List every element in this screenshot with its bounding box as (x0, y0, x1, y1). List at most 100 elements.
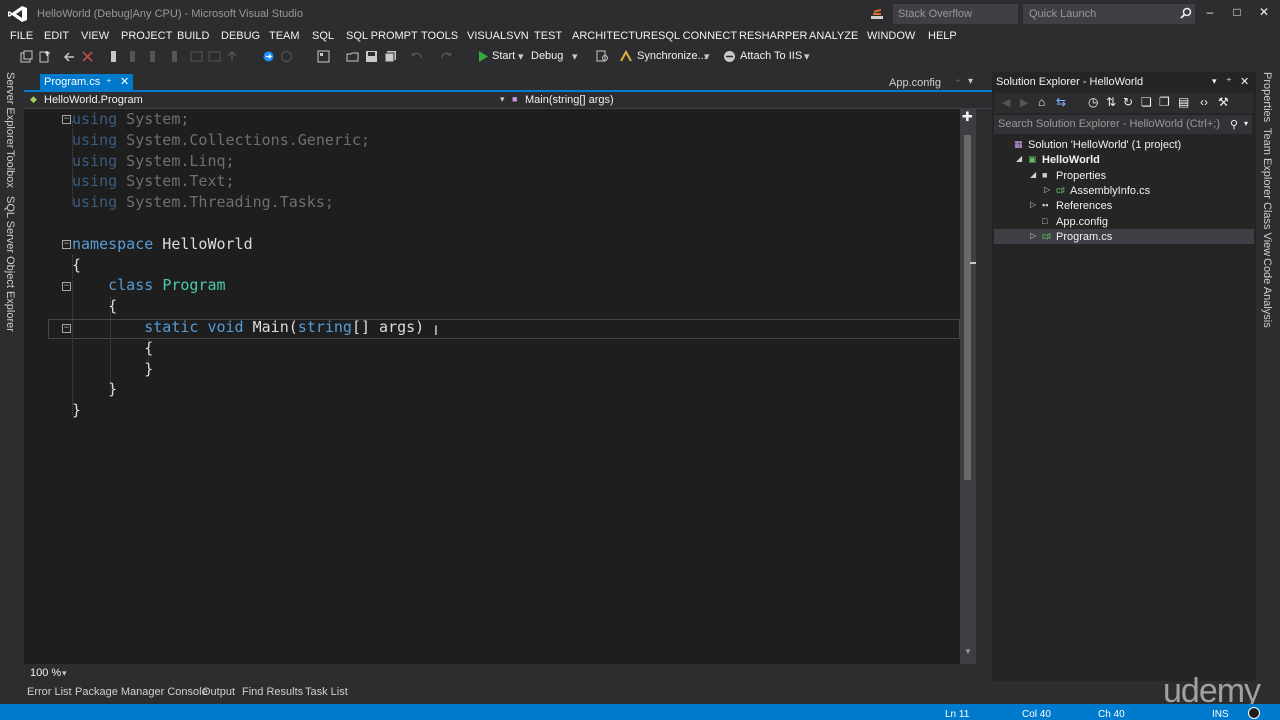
start-dropdown-arrow-icon[interactable]: ▾ (518, 50, 524, 63)
search-options-arrow-icon[interactable]: ▾ (1244, 119, 1248, 128)
show-all-files-icon[interactable]: ❐ (1159, 95, 1170, 109)
save-all-icon[interactable] (384, 50, 397, 63)
solution-configuration-select[interactable]: Debug (531, 50, 563, 62)
scroll-down-arrow-icon[interactable]: ▼ (964, 647, 972, 656)
solution-config-icon[interactable] (317, 50, 330, 63)
search-icon[interactable] (1180, 7, 1192, 19)
menu-visualsvn[interactable]: VISUALSVN (467, 30, 529, 42)
attach-to-iis-button[interactable]: Attach To IIS (740, 50, 802, 62)
search-icon[interactable]: ⚲ (1230, 118, 1238, 131)
code-editor[interactable]: − − − − using System; using System.Collec… (24, 109, 960, 664)
types-dropdown[interactable]: HelloWorld.Program (44, 94, 143, 106)
collapse-toggle-icon[interactable]: − (62, 240, 71, 249)
menu-edit[interactable]: EDIT (44, 30, 69, 42)
sync-with-document-icon[interactable]: ⇆ (1056, 95, 1066, 109)
close-tab-icon[interactable]: ✕ (120, 75, 129, 88)
types-dropdown-arrow-icon[interactable]: ▾ (500, 94, 505, 105)
menu-test[interactable]: TEST (534, 30, 562, 42)
menu-analyze[interactable]: ANALYZE (809, 30, 858, 42)
remove-icon[interactable] (81, 50, 94, 63)
tree-item[interactable]: □ App.config (994, 215, 1254, 230)
quick-launch-input[interactable]: Quick Launch (1023, 4, 1195, 24)
tree-item[interactable]: ▷ c♯ AssemblyInfo.cs (994, 184, 1254, 199)
minimize-button[interactable]: – (1199, 3, 1221, 21)
collapsed-arrow-icon[interactable]: ▷ (1030, 200, 1036, 209)
toolbar-overflow-icon[interactable]: ▾ (804, 50, 810, 63)
add-item-icon[interactable] (38, 50, 51, 63)
tree-item[interactable]: ◢ ▣ HelloWorld (994, 153, 1254, 168)
menu-team[interactable]: TEAM (269, 30, 300, 42)
scrollbar-thumb[interactable] (964, 135, 971, 480)
tree-item[interactable]: ◢ ■ Properties (994, 169, 1254, 184)
menu-sql-prompt[interactable]: SQL PROMPT (346, 30, 418, 42)
solution-explorer-search-input[interactable]: Search Solution Explorer - HelloWorld (C… (994, 115, 1252, 134)
tree-item[interactable]: ▷ c♯ Program.cs (994, 230, 1254, 245)
tab-overflow-icon[interactable]: ▾ (968, 76, 973, 87)
panel-options-icon[interactable]: ▾ (1212, 76, 1217, 87)
menu-file[interactable]: FILE (10, 30, 33, 42)
collapsed-arrow-icon[interactable]: ▷ (1030, 231, 1036, 240)
tab-package-manager-console[interactable]: Package Manager Console (75, 686, 208, 698)
view-code-icon[interactable]: ‹› (1200, 95, 1208, 109)
properties-icon[interactable]: ▤ (1178, 95, 1189, 109)
start-debug-icon[interactable] (477, 50, 490, 63)
attach-iis-icon[interactable] (723, 50, 736, 63)
menu-window[interactable]: WINDOW (867, 30, 915, 42)
stack-overflow-search[interactable]: Stack Overflow (893, 4, 1018, 24)
maximize-button[interactable]: □ (1226, 3, 1248, 21)
config-dropdown-arrow-icon[interactable]: ▾ (572, 50, 578, 63)
expanded-arrow-icon[interactable]: ◢ (1016, 154, 1022, 163)
bookmark-icon[interactable] (107, 50, 120, 63)
navigate-icon[interactable] (262, 50, 275, 63)
collapse-toggle-icon[interactable]: − (62, 282, 71, 291)
pending-changes-icon[interactable]: ⇅ (1106, 95, 1116, 109)
pin-icon[interactable]: ⁺ (955, 77, 961, 89)
back-navigate-icon[interactable] (63, 50, 76, 63)
tab-task-list[interactable]: Task List (305, 686, 348, 698)
split-editor-icon[interactable]: ✚ (962, 110, 973, 123)
tab-program-cs[interactable]: Program.cs ⁺ ✕ (40, 74, 133, 91)
wrench-icon[interactable]: ⚒ (1218, 95, 1229, 109)
tab-find-results[interactable]: Find Results (242, 686, 303, 698)
menu-sql[interactable]: SQL (312, 30, 334, 42)
pin-panel-icon[interactable]: ⁺ (1226, 75, 1232, 88)
tree-item[interactable]: ▦ Solution 'HelloWorld' (1 project) (994, 138, 1254, 153)
tab-code-analysis[interactable]: Code Analysis (1261, 258, 1273, 328)
menu-view[interactable]: VIEW (81, 30, 109, 42)
close-panel-icon[interactable]: ✕ (1240, 75, 1249, 88)
members-dropdown[interactable]: Main(string[] args) (525, 94, 614, 106)
home-icon[interactable]: ⌂ (1038, 95, 1045, 109)
expanded-arrow-icon[interactable]: ◢ (1030, 170, 1036, 179)
open-file-icon[interactable] (346, 50, 359, 63)
menu-help[interactable]: HELP (928, 30, 957, 42)
find-in-files-icon[interactable] (596, 50, 609, 63)
collapse-all-icon[interactable]: ❏ (1141, 95, 1152, 109)
menu-project[interactable]: PROJECT (121, 30, 172, 42)
menu-sql-connect[interactable]: SQL CONNECT (658, 30, 737, 42)
zoom-level[interactable]: 100 % (30, 667, 61, 679)
tab-sql-server-object-explorer[interactable]: SQL Server Object Explorer (4, 196, 16, 332)
menu-build[interactable]: BUILD (177, 30, 209, 42)
menu-debug[interactable]: DEBUG (221, 30, 260, 42)
tab-toolbox[interactable]: Toolbox (4, 150, 16, 188)
synchronize-dropdown-arrow-icon[interactable]: ▾ (704, 50, 710, 63)
tab-class-view[interactable]: Class View (1261, 202, 1273, 256)
start-button[interactable]: Start (492, 50, 515, 62)
history-icon[interactable]: ◷ (1088, 95, 1098, 109)
collapsed-arrow-icon[interactable]: ▷ (1044, 185, 1050, 194)
tree-item[interactable]: ▷ ▪▪ References (994, 199, 1254, 214)
refresh-icon[interactable]: ↻ (1123, 95, 1133, 109)
new-project-icon[interactable] (20, 50, 33, 63)
menu-tools[interactable]: TOOLS (421, 30, 458, 42)
synchronize-icon[interactable] (620, 50, 633, 63)
tab-properties[interactable]: Properties (1261, 72, 1273, 122)
resize-grip-icon[interactable] (1248, 707, 1260, 719)
tab-team-explorer[interactable]: Team Explorer (1261, 128, 1273, 199)
tab-error-list[interactable]: Error List (27, 686, 72, 698)
menu-resharper[interactable]: RESHARPER (739, 30, 807, 42)
synchronize-button[interactable]: Synchronize... (637, 50, 707, 62)
tab-server-explorer[interactable]: Server Explorer (4, 72, 16, 148)
collapse-toggle-icon[interactable]: − (62, 115, 71, 124)
menu-architecture[interactable]: ARCHITECTURE (572, 30, 658, 42)
pin-icon[interactable]: ⁺ (106, 76, 112, 89)
